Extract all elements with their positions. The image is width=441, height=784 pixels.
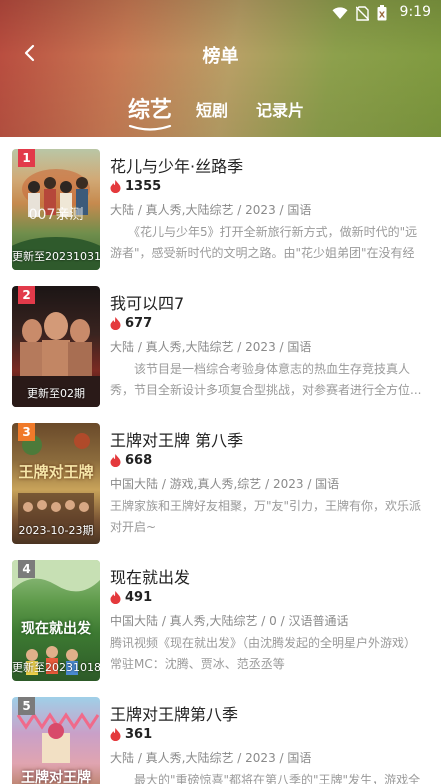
poster-overlay-text: 007亲测 bbox=[28, 207, 84, 223]
show-description: 最大的"重磅惊喜"都将在第八季的"王牌"发生，游戏全面 bbox=[134, 773, 421, 784]
tab-label: 综艺 bbox=[128, 98, 173, 123]
show-description: 《花儿与少年5》打开全新旅行新方式，做新时代的"远游者"，感受新时代的文明之路。… bbox=[110, 225, 418, 260]
page-title: 榜单 bbox=[202, 46, 239, 67]
tab-label: 短剧 bbox=[196, 101, 229, 120]
poster-image: 王牌对王牌 3 2023-10-23期 bbox=[12, 423, 100, 544]
show-title: 我可以四7 bbox=[110, 294, 185, 313]
show-description: 王牌家族和王牌好友相聚，万"友"引力，王牌有你，欢乐派对开启~ bbox=[110, 499, 422, 534]
heat-value: 677 bbox=[125, 316, 153, 331]
heat-count: 1355 bbox=[110, 179, 161, 194]
poster-overlay-text: 王牌对王牌 bbox=[21, 770, 91, 784]
list-item[interactable]: 王牌对王牌 3 2023-10-23期 王牌对王牌 第八季 668 中国大陆 /… bbox=[0, 411, 441, 547]
show-meta: 大陆 / 真人秀,大陆综艺 / 2023 / 国语 bbox=[110, 751, 312, 765]
flame-icon bbox=[110, 591, 121, 604]
show-description: 腾讯视频《现在就出发》（由沈腾发起的全明星户外游戏）常驻MC：沈腾、贾冰、范丞丞… bbox=[110, 636, 417, 671]
category-tabs: 综艺 短剧 记录片 bbox=[128, 92, 304, 131]
heat-value: 1355 bbox=[125, 179, 162, 194]
show-title: 王牌对王牌 第八季 bbox=[110, 431, 244, 450]
top-bar: 榜单 bbox=[0, 34, 441, 74]
heat-count: 668 bbox=[110, 453, 152, 468]
show-meta: 中国大陆 / 游戏,真人秀,综艺 / 2023 / 国语 bbox=[110, 477, 340, 491]
update-caption: 更新至20231018期 bbox=[12, 661, 100, 674]
heat-count: 361 bbox=[110, 727, 152, 742]
show-meta: 大陆 / 真人秀,大陆综艺 / 2023 / 国语 bbox=[110, 340, 312, 354]
rank-badge: 1 bbox=[18, 149, 35, 167]
show-meta: 中国大陆 / 真人秀,大陆综艺 / 0 / 汉语普通话 bbox=[110, 614, 349, 628]
flame-icon bbox=[110, 728, 121, 741]
list-item[interactable]: 007亲测 1 更新至20231031期 花儿与少年·丝路季 1355 大陆 /… bbox=[0, 137, 441, 273]
rank-badge: 4 bbox=[18, 560, 35, 578]
ranking-list: 007亲测 1 更新至20231031期 花儿与少年·丝路季 1355 大陆 /… bbox=[0, 137, 441, 784]
flame-icon bbox=[110, 454, 121, 467]
show-title: 王牌对王牌第八季 bbox=[110, 705, 239, 724]
poster-overlay-text: 王牌对王牌 bbox=[18, 463, 94, 481]
poster-image: 2 更新至02期 bbox=[12, 286, 100, 407]
list-item[interactable]: 2 更新至02期 我可以四7 677 大陆 / 真人秀,大陆综艺 / 2023 … bbox=[0, 274, 441, 410]
heat-count: 491 bbox=[110, 590, 152, 605]
poster-image: 现在就出发 4 更新至20231018期 bbox=[12, 560, 100, 681]
update-caption: 更新至02期 bbox=[27, 387, 85, 400]
battery-icon: X bbox=[377, 5, 387, 21]
show-title: 现在就出发 bbox=[110, 568, 191, 587]
show-description: 该节目是一档综合考验身体意志的热血生存竞技真人秀，节目全新设计多项复合型挑战，对… bbox=[110, 362, 422, 397]
flame-icon bbox=[110, 180, 121, 193]
heat-count: 677 bbox=[110, 316, 152, 331]
active-tab-indicator bbox=[128, 125, 172, 131]
flame-icon bbox=[110, 317, 121, 330]
rank-badge: 5 bbox=[18, 697, 35, 715]
rank-badge: 2 bbox=[18, 286, 35, 304]
heat-value: 668 bbox=[125, 453, 153, 468]
poster-overlay-text: 现在就出发 bbox=[21, 621, 91, 637]
clock-time: 9:19 bbox=[399, 4, 431, 20]
tab-label: 记录片 bbox=[256, 101, 305, 120]
poster-image: 007亲测 1 更新至20231031期 bbox=[12, 149, 100, 270]
tab-short-drama[interactable]: 短剧 bbox=[196, 97, 228, 121]
show-title: 花儿与少年·丝路季 bbox=[110, 157, 244, 176]
list-item[interactable]: 现在就出发 4 更新至20231018期 现在就出发 491 中国大陆 / 真人… bbox=[0, 548, 441, 684]
update-caption: 2023-10-23期 bbox=[18, 524, 94, 537]
list-item[interactable]: 王牌对王牌 5 王牌对王牌第八季 361 大陆 / 真人秀,大陆综艺 / 202… bbox=[0, 685, 441, 784]
heat-value: 361 bbox=[125, 727, 153, 742]
rank-badge: 3 bbox=[18, 423, 35, 441]
tab-documentary[interactable]: 记录片 bbox=[256, 97, 304, 121]
heat-value: 491 bbox=[125, 590, 153, 605]
poster-image: 王牌对王牌 5 bbox=[12, 697, 100, 784]
status-bar: X 9:19 bbox=[0, 0, 441, 26]
svg-text:X: X bbox=[379, 11, 386, 20]
wifi-icon bbox=[332, 6, 348, 19]
show-meta: 大陆 / 真人秀,大陆综艺 / 2023 / 国语 bbox=[110, 203, 312, 217]
no-sim-icon bbox=[356, 5, 369, 21]
tab-variety[interactable]: 综艺 bbox=[128, 92, 173, 131]
update-caption: 更新至20231031期 bbox=[12, 250, 100, 263]
